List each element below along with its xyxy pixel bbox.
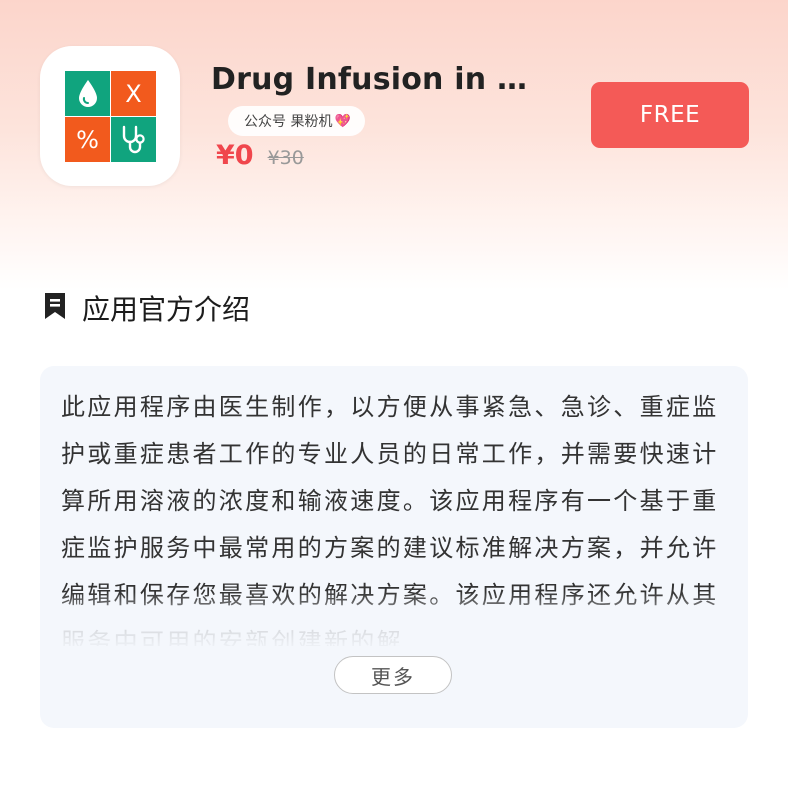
more-button[interactable]: 更多 — [334, 656, 452, 694]
app-icon[interactable]: X % — [40, 46, 180, 186]
free-get-button[interactable]: FREE — [591, 82, 749, 148]
app-title: Drug Infusion in U... — [211, 62, 551, 97]
multiply-icon: X — [111, 71, 156, 116]
section-title: 应用官方介绍 — [82, 293, 251, 326]
original-price: ¥30 — [267, 147, 304, 169]
description-fade — [40, 592, 748, 652]
percent-icon: % — [65, 117, 110, 162]
watermark-text: 公众号 果粉机 — [244, 114, 333, 130]
price-row: ¥0 ¥30 — [216, 140, 304, 171]
watermark-badge: 公众号 果粉机 💖 — [228, 106, 365, 136]
drop-icon — [65, 71, 110, 116]
current-price: ¥0 — [216, 140, 254, 171]
bookmark-icon — [42, 291, 68, 321]
heart-icon: 💖 — [334, 113, 351, 129]
percent-glyph: % — [76, 125, 99, 154]
description-card: 此应用程序由医生制作，以方便从事紧急、急诊、重症监护或重症患者工作的专业人员的日… — [40, 366, 748, 728]
multiply-glyph: X — [125, 79, 142, 108]
stethoscope-icon — [111, 117, 156, 162]
